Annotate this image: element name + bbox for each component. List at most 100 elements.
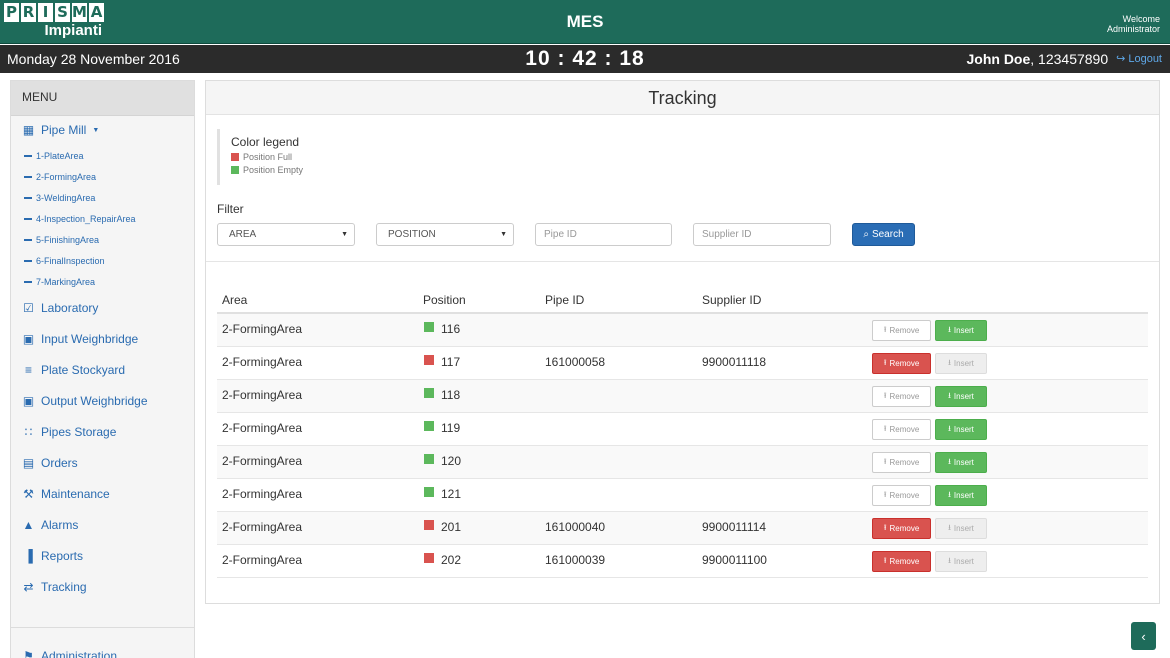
upload-icon: ⭱	[883, 324, 887, 334]
logout-label: Logout	[1128, 53, 1162, 65]
sidebar-item-pipes-storage[interactable]: ∷ Pipes Storage	[22, 423, 117, 441]
sidebar-item-orders[interactable]: ▤ Orders	[22, 454, 78, 472]
sidebar-subitem-label: 4-Inspection_RepairArea	[36, 214, 136, 224]
table-row: 2-FormingArea 121 ⭱ Remove ⭳ Insert	[217, 479, 1148, 512]
insert-button[interactable]: ⭳ Insert	[935, 386, 987, 407]
position-full-indicator	[424, 520, 434, 530]
cell-area: 2-FormingArea	[222, 355, 303, 369]
page-title: Tracking	[206, 81, 1159, 115]
cell-supplier-id: 9900011100	[702, 553, 767, 567]
sidebar-item-label: Laboratory	[41, 301, 99, 315]
sidebar-item-output-weighbridge[interactable]: ▣ Output Weighbridge	[22, 392, 148, 410]
sidebar-item-administration[interactable]: ⚑ Administration	[22, 647, 117, 658]
upload-icon: ⭱	[883, 423, 887, 433]
sidebar-subitem[interactable]: 6-FinalInspection	[24, 255, 105, 267]
legend-full-label: Position Full	[243, 152, 293, 162]
sidebar-subitem[interactable]: 5-FinishingArea	[24, 234, 99, 246]
remove-button[interactable]: ⭱ Remove	[872, 419, 931, 440]
search-button[interactable]: ⌕ Search	[852, 223, 915, 246]
sidebar-subitem[interactable]: 3-WeldingArea	[24, 192, 95, 204]
legend-empty-label: Position Empty	[243, 165, 304, 175]
sidebar: MENU ▦ Pipe Mill ▼ 1-PlateArea 2-Forming…	[10, 80, 195, 658]
insert-button[interactable]: ⭳ Insert	[935, 320, 987, 341]
top-header: P R I S M A Impianti MES Welcome Adminis…	[0, 0, 1170, 44]
cell-pipe-id: 161000040	[545, 520, 606, 534]
header-position: Position	[423, 293, 466, 307]
caret-down-icon: ▼	[500, 231, 507, 238]
table-row: 2-FormingArea 117 161000058 9900011118 ⭱ Remo…	[217, 347, 1148, 380]
upload-icon: ⭱	[883, 522, 887, 532]
logout-icon: ↪	[1116, 53, 1126, 65]
remove-button[interactable]: ⭱ Remove	[872, 518, 931, 539]
sidebar-item-reports[interactable]: ▐ Reports	[22, 547, 83, 565]
tags-icon: ⚑	[23, 649, 34, 658]
legend-title: Color legend	[231, 135, 300, 149]
insert-button[interactable]: ⭳ Insert	[935, 485, 987, 506]
insert-button-label: Insert	[953, 491, 974, 500]
grid-icon: ▦	[22, 123, 35, 137]
sidebar-item-label: Plate Stockyard	[41, 363, 126, 377]
sidebar-subitem[interactable]: 1-PlateArea	[24, 150, 84, 162]
insert-button-label: Insert	[953, 359, 974, 368]
cell-area: 2-FormingArea	[222, 421, 303, 435]
position-empty-indicator	[424, 388, 434, 398]
cell-position: 119	[441, 421, 461, 435]
insert-button[interactable]: ⭳ Insert	[935, 551, 987, 572]
remove-button[interactable]: ⭱ Remove	[872, 485, 931, 506]
weighbridge-icon: ▣	[22, 394, 35, 408]
download-icon: ⭳	[948, 390, 951, 400]
sidebar-item-alarms[interactable]: ▲ Alarms	[22, 516, 79, 534]
sidebar-item-pipe-mill[interactable]: ▦ Pipe Mill ▼	[22, 121, 99, 139]
table-row: 2-FormingArea 120 ⭱ Remove ⭳ Insert	[217, 446, 1148, 479]
pipe-id-input[interactable]: Pipe ID	[535, 223, 672, 246]
insert-button[interactable]: ⭳ Insert	[935, 518, 987, 539]
cell-position: 116	[441, 322, 461, 336]
remove-button[interactable]: ⭱ Remove	[872, 386, 931, 407]
search-button-label: Search	[871, 229, 904, 240]
supplier-id-input[interactable]: Supplier ID	[693, 223, 831, 246]
remove-button[interactable]: ⭱ Remove	[872, 452, 931, 473]
download-icon: ⭳	[948, 423, 951, 433]
table-row: 2-FormingArea 201 161000040 9900011114 ⭱ Remo…	[217, 512, 1148, 545]
upload-icon: ⭱	[883, 390, 887, 400]
remove-button[interactable]: ⭱ Remove	[872, 353, 931, 374]
user-name: John Doe	[966, 51, 1031, 67]
remove-button[interactable]: ⭱ Remove	[872, 320, 931, 341]
insert-button[interactable]: ⭳ Insert	[935, 419, 987, 440]
position-select[interactable]: POSITION ▼	[376, 223, 514, 246]
sidebar-subitem[interactable]: 2-FormingArea	[24, 171, 96, 183]
insert-button[interactable]: ⭳ Insert	[935, 452, 987, 473]
upload-icon: ⭱	[883, 357, 887, 367]
sidebar-item-tracking[interactable]: ⇄ Tracking	[22, 578, 86, 596]
upload-icon: ⭱	[883, 489, 887, 499]
insert-button-label: Insert	[953, 326, 974, 335]
sidebar-item-plate-stockyard[interactable]: ≡ Plate Stockyard	[22, 361, 125, 379]
upload-icon: ⭱	[883, 555, 887, 565]
area-select-value: AREA	[229, 229, 257, 240]
sidebar-item-label: Pipes Storage	[41, 425, 117, 439]
welcome-text: Welcome	[1122, 14, 1160, 24]
legend-full: Position Full	[231, 152, 303, 162]
remove-button[interactable]: ⭱ Remove	[872, 551, 931, 572]
sidebar-subitem[interactable]: 4-Inspection_RepairArea	[24, 213, 136, 225]
sidebar-item-label: Administration	[41, 649, 118, 658]
cell-position: 201	[441, 520, 462, 534]
remove-button-label: Remove	[889, 392, 920, 401]
sidebar-item-laboratory[interactable]: ☑ Laboratory	[22, 299, 98, 317]
grid-icon: ∷	[24, 425, 33, 439]
sidebar-item-label: Pipe Mill	[41, 123, 87, 137]
table-header: Area Position Pipe ID Supplier ID	[217, 286, 1148, 314]
welcome-block: Welcome Administrator	[1107, 14, 1160, 34]
sidebar-item-maintenance[interactable]: ⚒ Maintenance	[22, 485, 110, 503]
sidebar-subitem[interactable]: 7-MarkingArea	[24, 276, 95, 288]
sidebar-item-label: Reports	[41, 549, 84, 563]
green-square-icon	[231, 166, 239, 174]
sidebar-item-input-weighbridge[interactable]: ▣ Input Weighbridge	[22, 330, 138, 348]
area-select[interactable]: AREA ▼	[217, 223, 355, 246]
tracking-panel: Tracking Color legend Position Full Posi…	[205, 80, 1160, 604]
insert-button[interactable]: ⭳ Insert	[935, 353, 987, 374]
collapse-sidebar-button[interactable]: ‹	[1131, 622, 1156, 650]
position-empty-indicator	[424, 487, 434, 497]
logout-link[interactable]: ↪ Logout	[1116, 45, 1162, 73]
user-role: Administrator	[1106, 24, 1160, 34]
